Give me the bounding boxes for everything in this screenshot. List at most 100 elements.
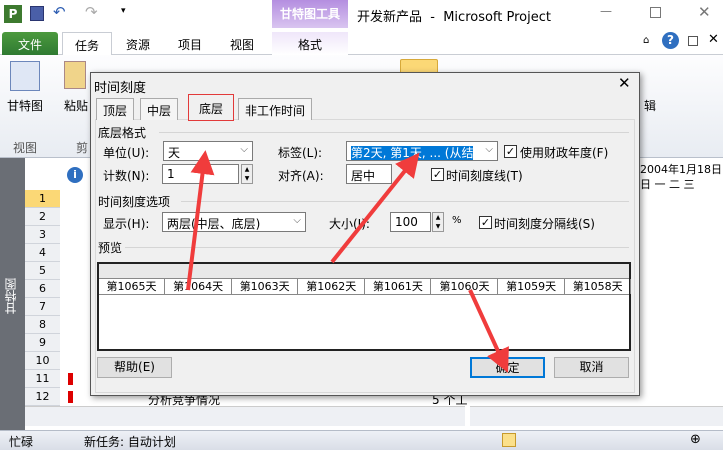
- window-title: 开发新产品 - Microsoft Project: [357, 10, 551, 25]
- size-label: 大小(I):: [329, 217, 370, 231]
- view-bar-label: 甘特图: [4, 278, 18, 314]
- row-number[interactable]: 12: [25, 388, 60, 406]
- align-label: 对齐(A):: [278, 169, 324, 183]
- tab-top-tier[interactable]: 顶层: [96, 98, 135, 120]
- redo-icon[interactable]: ↷: [85, 3, 98, 21]
- context-tab-group-label: 甘特图工具: [272, 0, 348, 28]
- label-value: 第2天, 第1天, ... (从结: [351, 146, 474, 160]
- tab-file[interactable]: 文件: [2, 32, 58, 55]
- preview-box: 第1065天 第1064天 第1063天 第1062天 第1061天 第1060天 第105…: [97, 262, 632, 351]
- divider: [181, 201, 629, 202]
- fiscal-year-label: 使用财政年度(F): [520, 146, 609, 160]
- ok-button[interactable]: 确定: [470, 357, 545, 378]
- paste-icon[interactable]: [64, 61, 86, 89]
- quick-access-customize-icon[interactable]: ▾: [121, 6, 126, 16]
- preview-cell: 第1060天: [432, 279, 498, 294]
- preview-cell: 第1062天: [299, 279, 365, 294]
- divider: [125, 247, 629, 248]
- row-number[interactable]: 3: [25, 226, 60, 244]
- section-preview: 预览: [98, 241, 123, 255]
- preview-cell: 第1058天: [565, 279, 632, 294]
- unit-label: 单位(U):: [103, 146, 150, 160]
- tickline-label: 时间刻度线(T): [446, 169, 523, 183]
- gantt-view-shortcut-icon[interactable]: [502, 433, 516, 447]
- tab-bottom-tier[interactable]: 底层: [188, 94, 235, 121]
- size-spinner[interactable]: ▲ ▼: [432, 212, 444, 232]
- row-number[interactable]: 11: [25, 370, 60, 388]
- view-group-label: 视图: [13, 141, 38, 155]
- separator-checkbox[interactable]: ✓: [479, 216, 492, 229]
- section-options: 时间刻度选项: [98, 195, 171, 209]
- edit-group-fragment: 辑: [644, 99, 657, 113]
- preview-cell: 第1064天: [166, 279, 232, 294]
- info-column-icon: i: [67, 167, 83, 183]
- show-label: 显示(H):: [103, 217, 150, 231]
- tab-project[interactable]: 项目: [168, 32, 212, 55]
- separator-label: 时间刻度分隔线(S): [494, 217, 595, 231]
- undo-icon[interactable]: ↶: [53, 3, 66, 21]
- row-number[interactable]: 5: [25, 262, 60, 280]
- row-number[interactable]: 7: [25, 298, 60, 316]
- tab-format[interactable]: 格式: [272, 32, 348, 55]
- ribbon-minimize-icon[interactable]: ⌂: [643, 35, 649, 46]
- divider: [99, 294, 629, 295]
- section-format: 底层格式: [98, 126, 147, 140]
- row-number[interactable]: 2: [25, 208, 60, 226]
- help-icon[interactable]: ?: [662, 32, 679, 49]
- preview-cell: 第1059天: [499, 279, 565, 294]
- tab-task[interactable]: 任务: [62, 32, 112, 55]
- chevron-down-icon: ⌵: [240, 144, 248, 155]
- tab-resource[interactable]: 资源: [116, 32, 160, 55]
- count-spinner[interactable]: ▲ ▼: [241, 164, 253, 184]
- row-number[interactable]: 9: [25, 334, 60, 352]
- horizontal-scrollbar[interactable]: [25, 406, 465, 426]
- row-number[interactable]: 4: [25, 244, 60, 262]
- help-button[interactable]: 帮助(E): [97, 357, 172, 378]
- label-select[interactable]: 第2天, 第1天, ... (从结 ⌵: [346, 141, 498, 161]
- cancel-button[interactable]: 取消: [554, 357, 629, 378]
- unit-value: 天: [168, 146, 181, 160]
- count-label: 计数(N):: [103, 169, 150, 183]
- gantt-view-button[interactable]: 甘特图: [7, 97, 43, 114]
- paste-button[interactable]: 粘贴: [64, 97, 88, 114]
- size-input[interactable]: 100: [390, 212, 431, 232]
- timescale-dialog: 时间刻度 ✕ 顶层 中层 底层 非工作时间 底层格式 单位(U): 天 ⌵ 标签(…: [90, 72, 640, 396]
- row-number[interactable]: 1: [25, 190, 60, 208]
- align-select[interactable]: 居中: [346, 164, 392, 184]
- overallocated-icon: [68, 391, 73, 403]
- align-value: 居中: [351, 169, 376, 183]
- unit-select[interactable]: 天 ⌵: [163, 141, 253, 161]
- maximize-icon[interactable]: [650, 7, 661, 18]
- tab-view[interactable]: 视图: [220, 32, 264, 55]
- tab-nonworking-time[interactable]: 非工作时间: [238, 98, 313, 120]
- show-select[interactable]: 两层(中层、底层) ⌵: [162, 212, 306, 232]
- divider: [159, 132, 629, 133]
- save-icon[interactable]: [30, 6, 44, 21]
- dialog-close-icon[interactable]: ✕: [618, 74, 631, 92]
- minimize-icon[interactable]: —: [600, 4, 612, 18]
- close-window-icon[interactable]: ✕: [698, 3, 711, 21]
- new-task-mode-button[interactable]: 新任务: 自动计划: [84, 433, 176, 450]
- row-number[interactable]: 6: [25, 280, 60, 298]
- timescale-days: 日 一 二 三: [640, 178, 695, 191]
- close-doc-icon[interactable]: ✕: [708, 32, 719, 47]
- label-label: 标签(L):: [278, 146, 323, 160]
- gantt-chart-icon[interactable]: [10, 61, 40, 91]
- row-number[interactable]: 8: [25, 316, 60, 334]
- status-bar: 忙碌 新任务: 自动计划 ⊕: [0, 430, 723, 450]
- tab-middle-tier[interactable]: 中层: [140, 98, 179, 120]
- preview-middle-tier: [99, 264, 629, 279]
- row-number[interactable]: 10: [25, 352, 60, 370]
- count-input[interactable]: 1: [162, 164, 239, 184]
- preview-cell: 第1063天: [232, 279, 299, 294]
- zoom-in-icon[interactable]: ⊕: [690, 432, 701, 447]
- app-logo: P: [4, 5, 22, 23]
- tickline-checkbox[interactable]: ✓: [431, 168, 444, 181]
- restore-icon[interactable]: [688, 36, 698, 46]
- show-value: 两层(中层、底层): [167, 217, 261, 231]
- clipboard-group-label: 剪: [76, 141, 89, 155]
- gantt-scrollbar[interactable]: [470, 406, 723, 426]
- title-bar: P ↶ ↷ ▾ 甘特图工具 开发新产品 - Microsoft Project …: [0, 0, 723, 28]
- preview-cell: 第1061天: [365, 279, 432, 294]
- fiscal-year-checkbox[interactable]: ✓: [504, 145, 517, 158]
